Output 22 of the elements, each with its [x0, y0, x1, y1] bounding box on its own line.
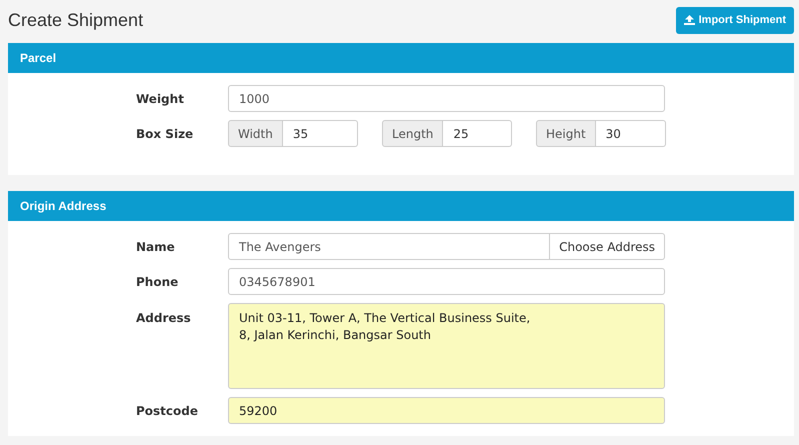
weight-field[interactable]: 1000 — [228, 85, 665, 112]
dimension-field[interactable]: 25 — [443, 120, 512, 147]
input-addon: Height — [536, 120, 596, 147]
field-label: Name — [136, 240, 176, 254]
field-label: Address — [136, 310, 192, 325]
dimension-field[interactable]: 35 — [282, 120, 358, 147]
choose-address-button[interactable]: Choose Address — [550, 233, 665, 260]
input-addon: Length — [382, 120, 444, 147]
panel-header: Parcel — [8, 43, 794, 73]
input-addon: Width — [228, 120, 283, 147]
upload-icon — [684, 15, 695, 25]
dimension-field[interactable]: 30 — [596, 120, 666, 147]
field-label: Weight — [136, 92, 185, 106]
input-field[interactable]: 0345678901 — [228, 268, 665, 295]
name-field[interactable]: The Avengers — [228, 233, 550, 260]
page-title: Create Shipment — [8, 10, 144, 30]
input-field[interactable]: 59200 — [228, 397, 665, 424]
field-label: Phone — [136, 274, 180, 288]
panel-header: Origin Address — [8, 191, 794, 221]
field-label: Box Size — [136, 126, 194, 140]
field-label: Postcode — [136, 404, 200, 418]
address-field[interactable]: Unit 03-11, Tower A, The Vertical Business Suite, 8, Jalan Kerinchi, Bangsar South — [228, 303, 665, 389]
